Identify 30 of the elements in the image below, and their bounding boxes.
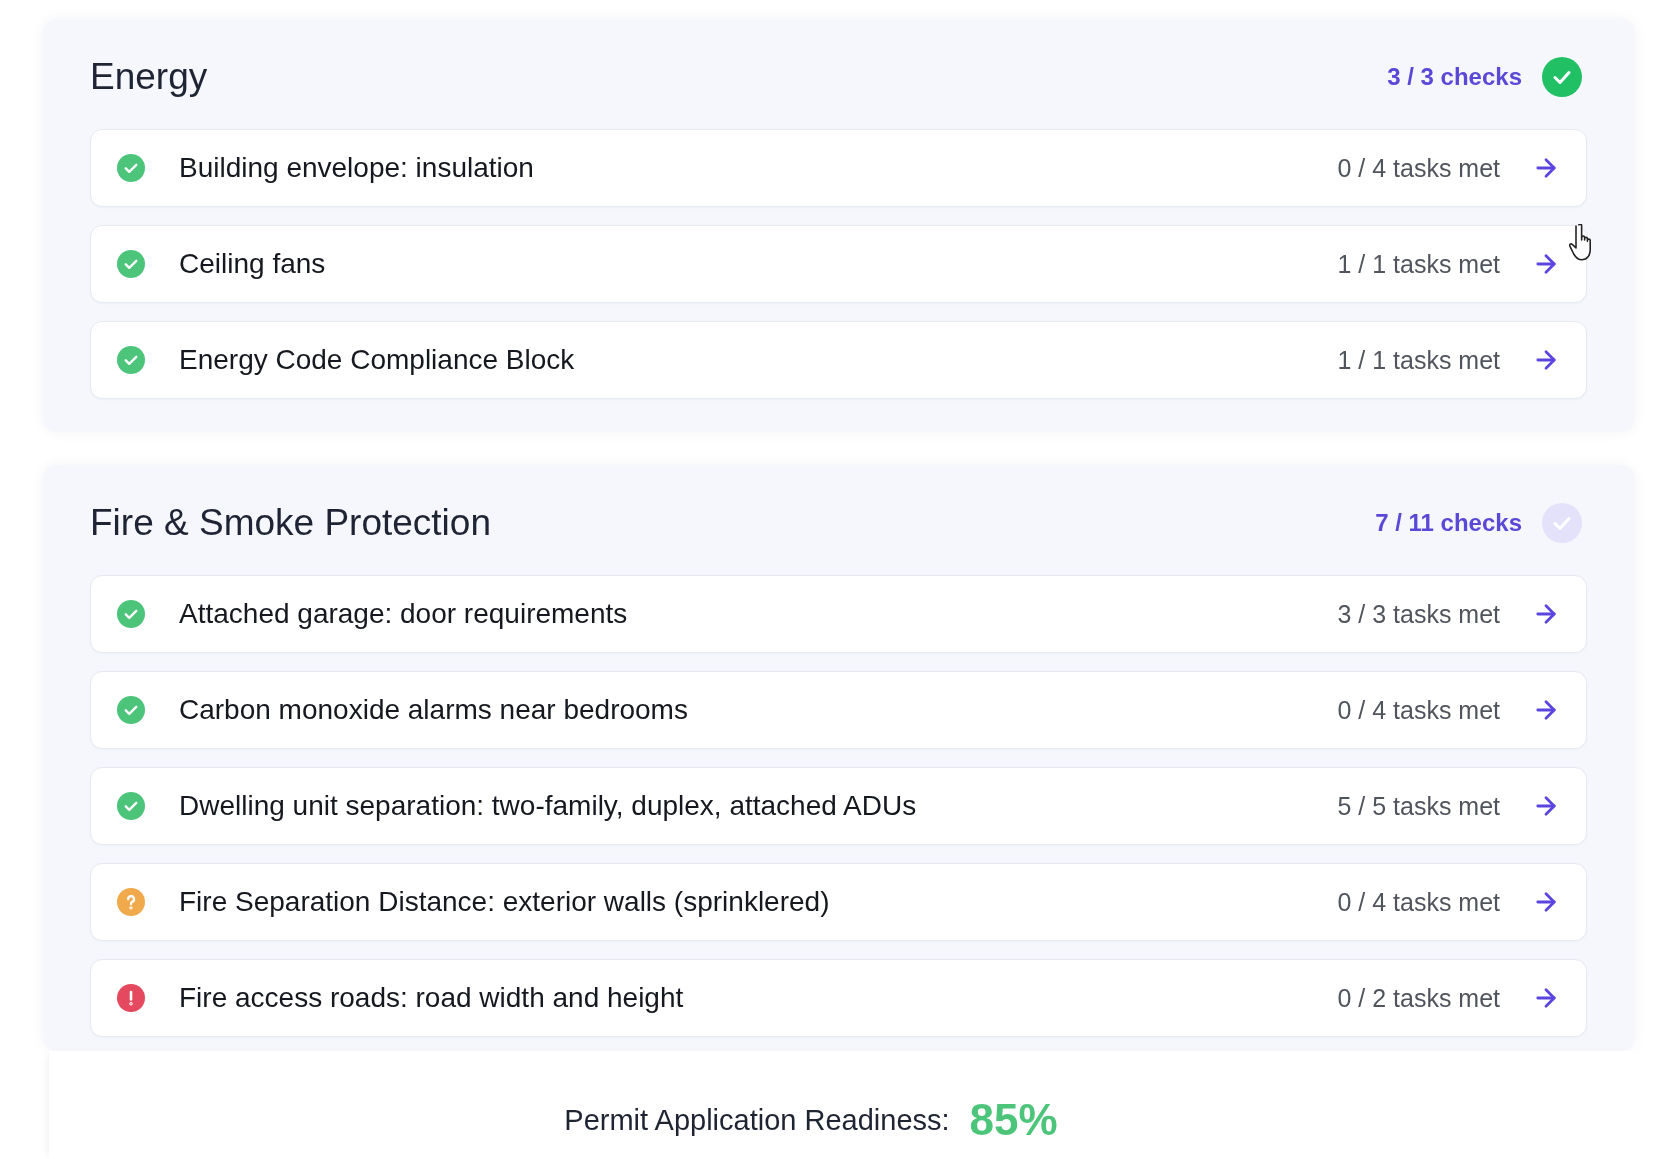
check-circle-icon <box>117 250 145 278</box>
check-circle-icon <box>117 600 145 628</box>
requirement-label: Dwelling unit separation: two-family, duplex, attached ADUs <box>179 790 918 822</box>
requirement-label: Building envelope: insulation <box>179 152 535 184</box>
readiness-value: 85% <box>969 1095 1058 1145</box>
tasks-count: 3 / 3 tasks met <box>1337 599 1500 629</box>
tasks-count: 0 / 4 tasks met <box>1337 153 1500 183</box>
requirement-label: Ceiling fans <box>179 248 327 280</box>
readiness-label: Permit Application Readiness: <box>564 1103 950 1137</box>
tasks-count: 1 / 1 tasks met <box>1337 249 1500 279</box>
requirement-label: Attached garage: door requirements <box>179 598 629 630</box>
tasks-count: 0 / 4 tasks met <box>1337 887 1500 917</box>
checks-count: 3 / 3 checks <box>1387 63 1522 91</box>
section-title: Fire & Smoke Protection <box>90 502 492 544</box>
requirement-label: Energy Code Compliance Block <box>179 344 576 376</box>
check-circle-icon <box>117 792 145 820</box>
tasks-count: 1 / 1 tasks met <box>1337 345 1500 375</box>
check-circle-icon <box>117 696 145 724</box>
requirement-label: Fire Separation Distance: exterior walls (sprinklered) <box>179 886 831 918</box>
section-title: Energy <box>90 56 209 98</box>
tasks-count: 0 / 2 tasks met <box>1337 983 1500 1013</box>
question-circle-icon <box>117 888 145 916</box>
checks-count: 7 / 11 checks <box>1375 509 1522 537</box>
check-circle-icon <box>117 154 145 182</box>
exclamation-circle-icon <box>117 984 145 1012</box>
tasks-count: 5 / 5 tasks met <box>1337 791 1500 821</box>
requirement-label: Carbon monoxide alarms near bedrooms <box>179 694 689 726</box>
requirement-label: Fire access roads: road width and height <box>179 982 685 1014</box>
tasks-count: 0 / 4 tasks met <box>1337 695 1500 725</box>
check-circle-icon <box>117 346 145 374</box>
